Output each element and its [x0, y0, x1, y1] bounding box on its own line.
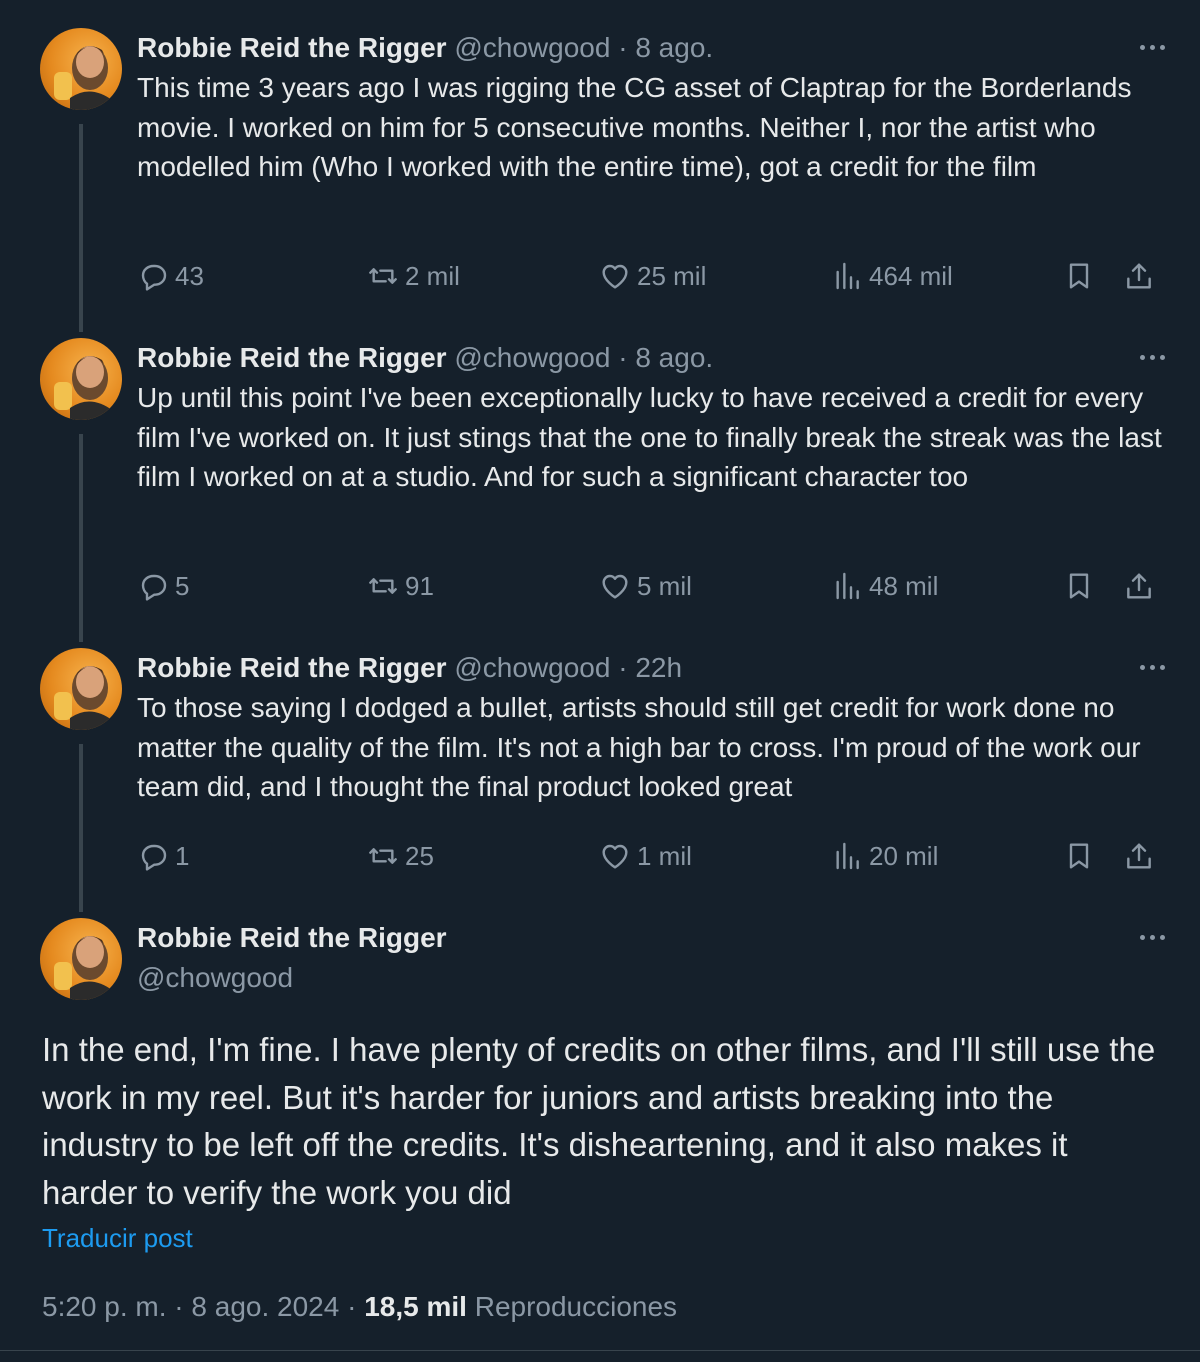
reply-count: 1 — [175, 840, 190, 871]
main-post-text: In the end, I'm fine. I have plenty of c… — [42, 1031, 1156, 1211]
separator: · — [618, 652, 628, 683]
repost-button[interactable]: 25 — [367, 836, 434, 876]
separator: · — [618, 342, 628, 373]
share-button[interactable] — [1123, 256, 1155, 296]
bookmark-button[interactable] — [1063, 836, 1095, 876]
reply-count: 5 — [175, 570, 190, 601]
more-icon[interactable] — [1132, 32, 1172, 62]
repost-button[interactable]: 91 — [367, 566, 434, 606]
like-button[interactable]: 5 mil — [599, 566, 692, 606]
repost-icon — [369, 268, 397, 284]
share-icon — [1127, 843, 1151, 869]
divider — [0, 1350, 1200, 1351]
separator: · — [618, 32, 628, 63]
like-count: 5 mil — [637, 570, 692, 601]
more-icon[interactable] — [1132, 922, 1172, 952]
share-icon — [1127, 263, 1151, 289]
share-icon — [1127, 573, 1151, 599]
post-metadata: 5:20 p. m. · 8 ago. 2024 · 18,5 mil Repr… — [42, 1288, 677, 1326]
bookmark-button[interactable] — [1063, 566, 1095, 606]
views-icon — [836, 572, 859, 600]
author-name[interactable]: Robbie Reid the Rigger — [137, 918, 447, 958]
author-handle[interactable]: @chowgood — [454, 32, 610, 63]
author-name[interactable]: Robbie Reid the Rigger — [137, 652, 447, 683]
post-timestamp[interactable]: 5:20 p. m. · 8 ago. 2024 · — [42, 1291, 364, 1322]
like-icon — [602, 264, 628, 289]
author-name[interactable]: Robbie Reid the Rigger — [137, 342, 447, 373]
views-count: 464 mil — [869, 260, 953, 291]
views-button[interactable]: 20 mil — [831, 836, 938, 876]
action-bar: 43 2 mil 25 mil 464 mil — [137, 256, 1167, 296]
reply-button[interactable]: 5 — [137, 566, 189, 606]
post-header: Robbie Reid the Rigger @chowgood · 22h — [137, 648, 682, 688]
repost-icon — [369, 848, 397, 864]
post-text: To those saying I dodged a bullet, artis… — [137, 692, 1141, 802]
thread-post[interactable]: Robbie Reid the Rigger @chowgood · 22h T… — [0, 648, 1200, 898]
repost-button[interactable]: 2 mil — [367, 256, 460, 296]
post-header: Robbie Reid the Rigger @chowgood · 8 ago… — [137, 338, 713, 378]
views-icon — [836, 842, 859, 870]
translate-link[interactable]: Traducir post — [42, 1220, 193, 1256]
like-icon — [602, 844, 628, 869]
action-bar: 5 91 5 mil 48 mil — [137, 566, 1167, 606]
views-count: 20 mil — [869, 840, 939, 871]
bookmark-icon — [1069, 843, 1089, 869]
bookmark-icon — [1069, 263, 1089, 289]
author-name[interactable]: Robbie Reid the Rigger — [137, 32, 447, 63]
thread-post[interactable]: Robbie Reid the Rigger @chowgood · 8 ago… — [0, 28, 1200, 318]
views-icon — [836, 262, 859, 290]
like-icon — [602, 574, 628, 599]
repost-icon — [369, 578, 397, 594]
avatar[interactable] — [40, 918, 122, 1000]
views-count: 48 mil — [869, 570, 939, 601]
reply-count: 43 — [175, 260, 204, 291]
like-button[interactable]: 1 mil — [599, 836, 692, 876]
reply-icon — [141, 844, 167, 871]
like-count: 1 mil — [637, 840, 692, 871]
bookmark-button[interactable] — [1063, 256, 1095, 296]
repost-count: 2 mil — [405, 260, 460, 291]
avatar[interactable] — [40, 338, 122, 420]
post-header: Robbie Reid the Rigger @chowgood · 8 ago… — [137, 28, 713, 68]
avatar[interactable] — [40, 28, 122, 110]
post-time[interactable]: 8 ago. — [635, 32, 713, 63]
like-count: 25 mil — [637, 260, 707, 291]
views-count: 18,5 mil — [364, 1291, 467, 1322]
repost-count: 25 — [405, 840, 434, 871]
post-text: This time 3 years ago I was rigging the … — [137, 72, 1132, 182]
thread-post[interactable]: Robbie Reid the Rigger @chowgood · 8 ago… — [0, 338, 1200, 628]
views-label: Reproducciones — [466, 1291, 678, 1322]
reply-icon — [141, 574, 167, 601]
author-handle[interactable]: @chowgood — [454, 652, 610, 683]
reply-icon — [141, 264, 167, 291]
views-button[interactable]: 464 mil — [831, 256, 953, 296]
views-button[interactable]: 48 mil — [831, 566, 938, 606]
post-time[interactable]: 8 ago. — [635, 342, 713, 373]
share-button[interactable] — [1123, 566, 1155, 606]
bookmark-icon — [1069, 573, 1089, 599]
author-handle[interactable]: @chowgood — [137, 958, 293, 998]
post-text: Up until this point I've been exceptiona… — [137, 382, 1162, 492]
reply-button[interactable]: 1 — [137, 836, 189, 876]
thread-view: Robbie Reid the Rigger @chowgood · 8 ago… — [0, 0, 1200, 1362]
more-icon[interactable] — [1132, 342, 1172, 372]
reply-button[interactable]: 43 — [137, 256, 204, 296]
repost-count: 91 — [405, 570, 434, 601]
share-button[interactable] — [1123, 836, 1155, 876]
more-icon[interactable] — [1132, 652, 1172, 682]
post-time[interactable]: 22h — [635, 652, 682, 683]
like-button[interactable]: 25 mil — [599, 256, 706, 296]
avatar[interactable] — [40, 648, 122, 730]
action-bar: 1 25 1 mil 20 mil — [137, 836, 1167, 876]
author-handle[interactable]: @chowgood — [454, 342, 610, 373]
